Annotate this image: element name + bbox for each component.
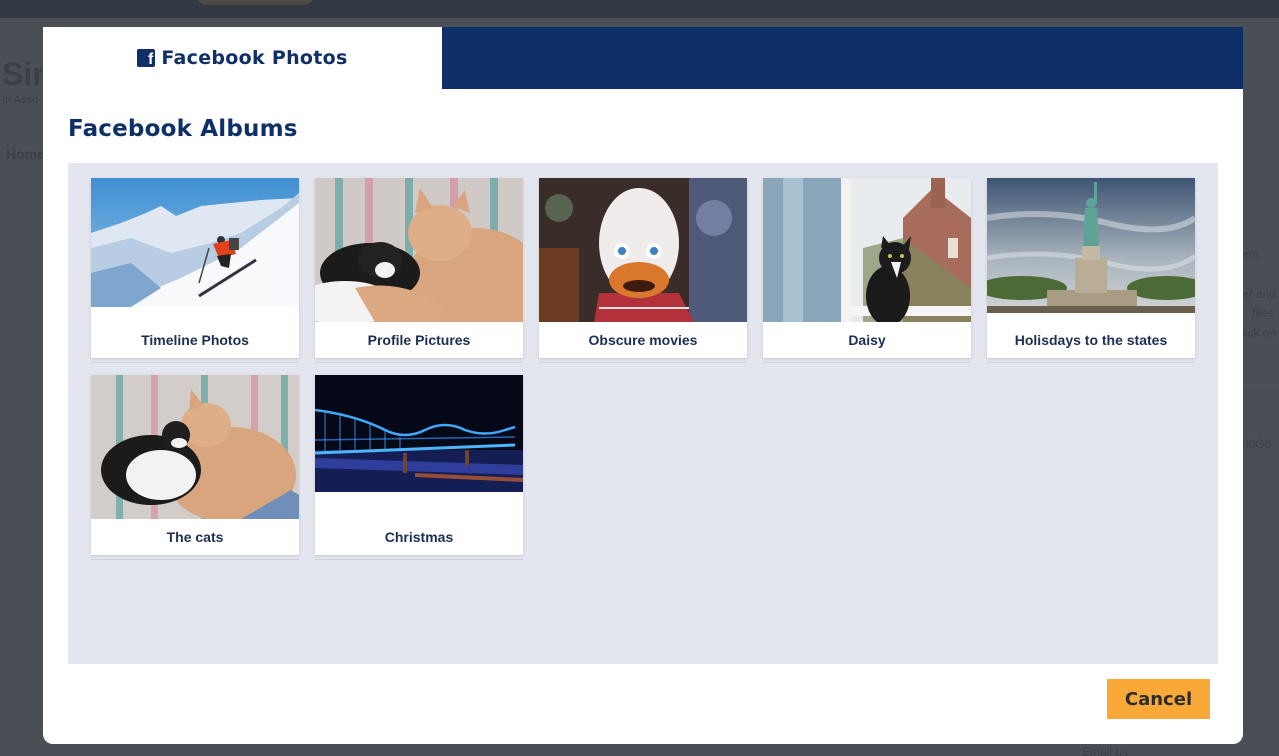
album-thumbnail	[539, 178, 747, 322]
background-text: em.	[1242, 247, 1263, 261]
album-name: Holisdays to the states	[1014, 332, 1168, 348]
background-top-bar	[0, 0, 1279, 18]
albums-grid: Timeline Photos Profile Pictures Obscure…	[68, 163, 1218, 664]
background-text: lick on	[1242, 326, 1277, 340]
background-text: 00Gb	[1242, 437, 1272, 451]
album-thumbnail	[315, 375, 523, 492]
background-divider	[1243, 385, 1279, 386]
album-name: Timeline Photos	[141, 332, 249, 348]
daisy-cat-thumbnail-image	[763, 178, 971, 322]
album-card[interactable]: Christmas	[315, 375, 523, 560]
album-thumbnail	[91, 178, 299, 307]
album-thumbnail	[315, 178, 523, 322]
section-title: Facebook Albums	[68, 116, 298, 142]
album-card[interactable]: Profile Pictures	[315, 178, 523, 363]
album-name: Daisy	[848, 332, 886, 348]
album-thumbnail	[763, 178, 971, 322]
album-name: Obscure movies	[588, 332, 698, 348]
background-nav-home: Home	[6, 146, 45, 162]
cats-thumbnail-image	[315, 178, 523, 322]
album-card[interactable]: Daisy	[763, 178, 971, 363]
background-email-link: Email us	[1082, 745, 1129, 756]
facebook-photos-modal: Facebook Photos Facebook Albums	[43, 27, 1243, 744]
christmas-bridge-thumbnail-image	[315, 375, 523, 492]
album-card[interactable]: Timeline Photos	[91, 178, 299, 363]
album-thumbnail	[91, 375, 299, 519]
cancel-button[interactable]: Cancel	[1107, 679, 1210, 719]
duck-thumbnail-image	[539, 178, 747, 322]
facebook-icon	[137, 49, 156, 69]
album-thumbnail	[987, 178, 1195, 313]
album-card[interactable]: Obscure movies	[539, 178, 747, 363]
background-top-pill	[195, 0, 315, 5]
album-name: The cats	[166, 529, 224, 545]
tab-facebook-photos[interactable]: Facebook Photos	[43, 27, 442, 89]
background-text: files	[1252, 306, 1274, 320]
background-text: er and	[1242, 287, 1277, 301]
album-name: Christmas	[384, 529, 454, 545]
statue-of-liberty-thumbnail-image	[987, 178, 1195, 313]
album-name: Profile Pictures	[367, 332, 471, 348]
skier-thumbnail-image	[91, 178, 299, 307]
album-card[interactable]: The cats	[91, 375, 299, 560]
the-cats-thumbnail-image	[91, 375, 299, 519]
modal-tab-bar: Facebook Photos	[43, 27, 1243, 89]
tab-label: Facebook Photos	[161, 47, 348, 69]
background-site-subtitle: In Asso	[2, 94, 39, 106]
album-card[interactable]: Holisdays to the states	[987, 178, 1195, 363]
